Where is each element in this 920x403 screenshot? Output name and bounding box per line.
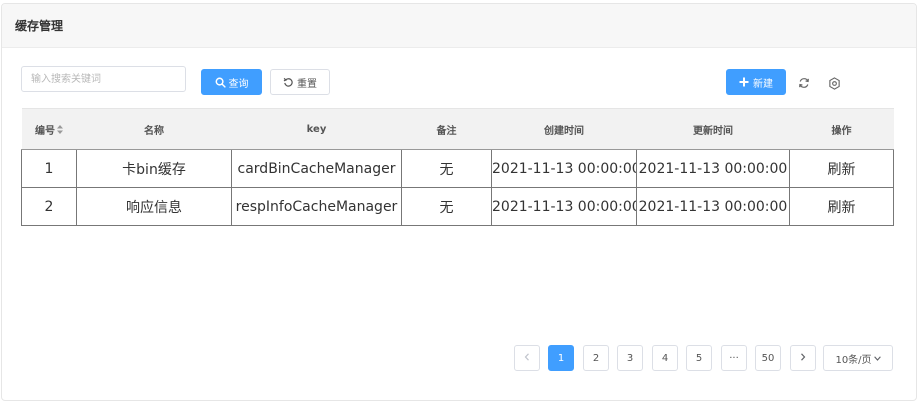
reset-button[interactable]: 重置 xyxy=(270,69,330,95)
cell-name: 卡bin缓存 xyxy=(76,149,232,188)
sort-icon[interactable] xyxy=(57,124,63,137)
search-icon xyxy=(215,77,226,88)
reset-button-label: 重置 xyxy=(297,78,317,90)
cell-remark: 无 xyxy=(401,187,492,226)
create-button[interactable]: 新建 xyxy=(726,69,786,95)
table-row: 1 卡bin缓存 cardBinCacheManager 无 2021-11-1… xyxy=(21,149,894,188)
cell-id: 1 xyxy=(21,149,77,188)
chevron-down-icon xyxy=(873,353,881,364)
column-header-created: 创建时间 xyxy=(491,108,637,150)
plus-icon xyxy=(739,77,750,88)
reset-icon xyxy=(283,77,294,88)
column-header-updated: 更新时间 xyxy=(636,108,790,150)
cell-updated: 2021-11-13 00:00:00 xyxy=(636,149,790,188)
page-button-4[interactable]: 4 xyxy=(652,345,678,371)
chevron-right-icon xyxy=(800,352,806,364)
page-button-3[interactable]: 3 xyxy=(617,345,643,371)
refresh-icon[interactable] xyxy=(797,76,811,90)
refresh-action[interactable]: 刷新 xyxy=(789,187,894,226)
search-input[interactable] xyxy=(21,66,186,92)
chevron-left-icon xyxy=(524,352,530,364)
cell-created: 2021-11-13 00:00:00 xyxy=(491,149,637,188)
cell-name: 响应信息 xyxy=(76,187,232,226)
cell-updated: 2021-11-13 00:00:00 xyxy=(636,187,790,226)
column-header-action: 操作 xyxy=(789,108,894,150)
query-button[interactable]: 查询 xyxy=(201,69,262,95)
page-button-50[interactable]: 50 xyxy=(755,345,781,371)
table-row: 2 响应信息 respInfoCacheManager 无 2021-11-13… xyxy=(21,187,894,226)
column-header-remark: 备注 xyxy=(401,108,492,150)
cell-key: cardBinCacheManager xyxy=(231,149,402,188)
page-button-1[interactable]: 1 xyxy=(548,345,574,371)
column-header-id-label: 编号 xyxy=(35,125,55,137)
query-button-label: 查询 xyxy=(228,78,249,90)
column-header-id[interactable]: 编号 xyxy=(21,108,77,150)
page-button-5[interactable]: 5 xyxy=(686,345,712,371)
cell-created: 2021-11-13 00:00:00 xyxy=(491,187,637,226)
cache-table: 编号 名称 key 备注 创建时间 更新时间 操作 1 卡bin缓存 cardB… xyxy=(21,108,894,226)
page-size-select[interactable]: 10条/页 xyxy=(823,345,893,371)
table-header-row: 编号 名称 key 备注 创建时间 更新时间 操作 xyxy=(21,108,894,150)
page-button-2[interactable]: 2 xyxy=(583,345,609,371)
create-button-label: 新建 xyxy=(753,78,773,90)
cell-id: 2 xyxy=(21,187,77,226)
refresh-action[interactable]: 刷新 xyxy=(789,149,894,188)
page-title: 缓存管理 xyxy=(2,4,916,48)
next-page-button[interactable] xyxy=(790,345,816,371)
cell-remark: 无 xyxy=(401,149,492,188)
page-size-label: 10条/页 xyxy=(835,354,872,366)
more-pages-ellipsis[interactable]: ··· xyxy=(721,345,747,371)
column-header-key: key xyxy=(231,108,402,150)
prev-page-button[interactable] xyxy=(514,345,540,371)
column-header-name: 名称 xyxy=(76,108,232,150)
settings-gear-icon[interactable] xyxy=(827,76,841,90)
cell-key: respInfoCacheManager xyxy=(231,187,402,226)
